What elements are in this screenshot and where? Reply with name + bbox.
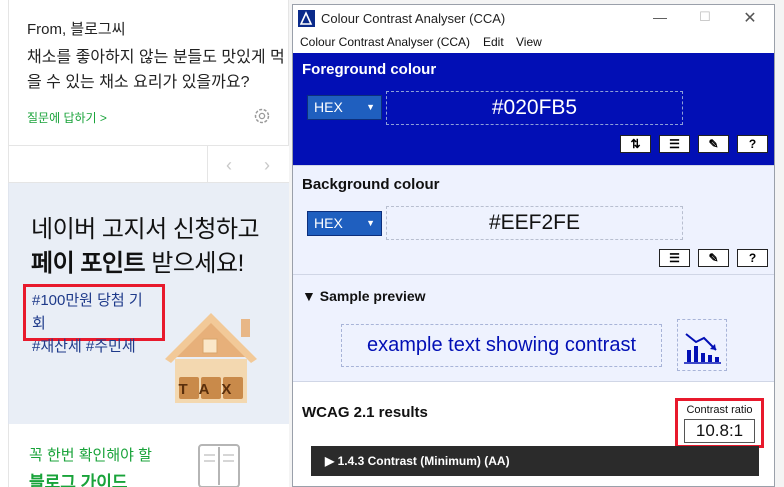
ad-headline-1: 네이버 고지서 신청하고 [31,216,260,243]
format-label: HEX [314,99,343,115]
foreground-title: Foreground colour [302,61,437,78]
tax-sign-text: TAX [179,381,244,398]
ad-headline-bold: 페이 포인트 [31,250,146,277]
eyedropper-button[interactable]: ✎ [698,249,729,267]
background-format-select[interactable]: HEX ▼ [307,211,382,236]
question-text: 채소를 좋아하지 않는 분들도 맛있게 먹을 수 있는 채소 요리가 있을까요? [27,49,285,91]
swap-colours-button[interactable]: ⇅ [620,135,651,153]
blog-sidebar: From, 블로그씨 채소를 좋아하지 않는 분들도 맛있게 먹을 수 있는 채… [0,0,289,487]
blog-guide-card[interactable]: 꼭 한번 확인해야 할 블로그 가이드 [8,424,289,487]
gear-icon[interactable] [252,106,272,126]
sliders-button[interactable]: ☰ [659,135,690,153]
maximize-button[interactable]: ☐ [691,9,719,28]
sample-preview-section: ▼ Sample preview example text showing co… [293,274,774,381]
chevron-left-icon[interactable]: ‹ [217,154,241,176]
title-bar[interactable]: Colour Contrast Analyser (CCA) — ☐ ✕ [293,5,774,32]
contrast-ratio-value: 10.8:1 [684,419,755,443]
ad-hashtags-highlight: #100만원 당첨 기회 #재산세 #주민세 [23,284,165,355]
menu-app[interactable]: Colour Contrast Analyser (CCA) [300,35,470,49]
window-title: Colour Contrast Analyser (CCA) [321,11,506,26]
guide-subtitle: 꼭 한번 확인해야 할 [29,447,152,464]
background-title: Background colour [302,176,440,193]
close-button[interactable]: ✕ [736,8,764,27]
ad-headline-2: 페이 포인트 받으세요! [31,243,244,278]
background-hex-input[interactable]: #EEF2FE [386,206,683,240]
foreground-hex-input[interactable]: #020FB5 [386,91,683,125]
format-label: HEX [314,215,343,231]
wcag-title: WCAG 2.1 results [302,404,428,421]
help-button[interactable]: ? [737,135,768,153]
chart-sample-icon [677,319,727,371]
menu-edit[interactable]: Edit [483,35,504,49]
book-icon [198,444,240,487]
wcag-results-section: WCAG 2.1 results Contrast ratio 10.8:1 ▶… [293,381,774,486]
ad-banner[interactable]: 네이버 고지서 신청하고 페이 포인트 받으세요! #100만원 당첨 기회 #… [8,183,289,424]
background-section: Background colour HEX ▼ #EEF2FE ☰ ✎ ? [293,165,774,274]
criterion-1-4-3-toggle[interactable]: ▶ 1.4.3 Contrast (Minimum) (AA) [311,446,759,476]
help-button[interactable]: ? [737,249,768,267]
chevron-right-icon[interactable]: › [255,154,279,176]
menu-bar: Colour Contrast Analyser (CCA) Edit View [293,32,774,53]
foreground-section: Foreground colour HEX ▼ #020FB5 ⇅ ☰ ✎ ? [293,53,774,165]
tax-house-illustration: TAX [165,313,257,403]
question-card: From, 블로그씨 채소를 좋아하지 않는 분들도 맛있게 먹을 수 있는 채… [8,0,289,145]
ad-hashtag: #100만원 당첨 기회 [32,292,143,332]
cca-app-icon [298,10,315,27]
divider [207,146,208,183]
contrast-ratio-highlight: Contrast ratio 10.8:1 [675,398,764,448]
answer-question-link[interactable]: 질문에 답하기 > [27,109,107,126]
menu-view[interactable]: View [516,35,542,49]
dropdown-arrow-icon: ▼ [366,218,375,228]
guide-title: 블로그 가이드 [29,473,128,487]
minimize-button[interactable]: — [646,9,674,28]
contrast-ratio-label: Contrast ratio [686,404,753,416]
screen: From, 블로그씨 채소를 좋아하지 않는 분들도 맛있게 먹을 수 있는 채… [0,0,784,487]
question-from: From, 블로그씨 [27,21,126,38]
sample-text-box: example text showing contrast [341,324,662,367]
sample-preview-toggle[interactable]: ▼ Sample preview [302,288,426,304]
sliders-button[interactable]: ☰ [659,249,690,267]
ad-headline-rest: 받으세요! [145,250,244,277]
card-pagination: ‹ › [8,145,289,183]
cca-window: Colour Contrast Analyser (CCA) — ☐ ✕ Col… [292,4,775,487]
eyedropper-button[interactable]: ✎ [698,135,729,153]
foreground-format-select[interactable]: HEX ▼ [307,95,382,120]
ad-hashtag: #재산세 #주민세 [32,338,136,355]
dropdown-arrow-icon: ▼ [366,102,375,112]
